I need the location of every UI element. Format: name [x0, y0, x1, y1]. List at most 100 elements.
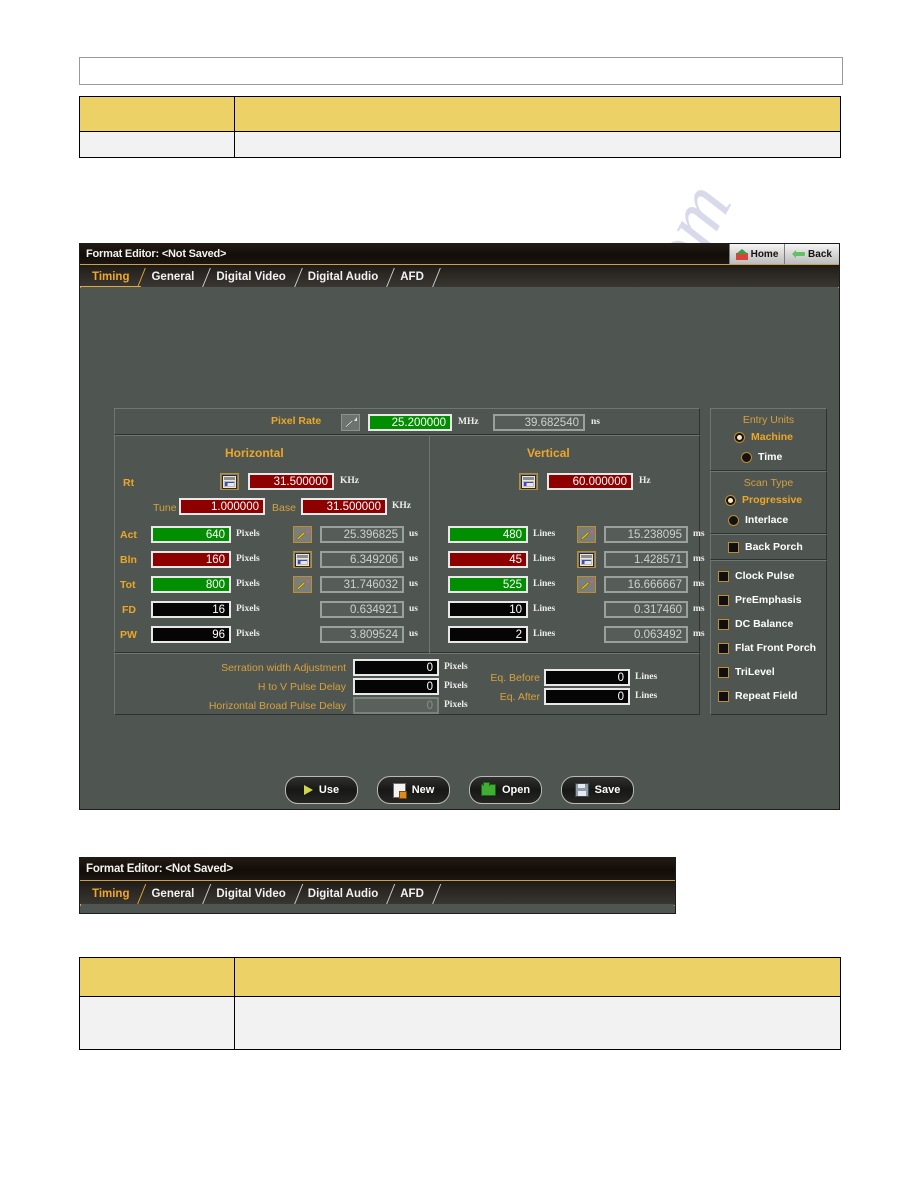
option-label: Progressive: [742, 494, 803, 506]
use-button-label: Use: [318, 784, 340, 796]
back-porch-checkbox-row[interactable]: Back Porch: [728, 541, 803, 553]
home-icon: [735, 248, 748, 260]
lower-tab-timing[interactable]: Timing: [80, 883, 147, 905]
vertical-bln-lines[interactable]: 45: [448, 551, 528, 568]
home-button[interactable]: Home: [729, 244, 784, 264]
tab-timing[interactable]: Timing: [80, 267, 147, 287]
horizontal-pw-time: 3.809524: [320, 626, 404, 643]
calculator-icon: [579, 552, 594, 567]
horizontal-tot-edit-button[interactable]: [293, 576, 312, 593]
new-button[interactable]: New: [377, 776, 450, 804]
tab-digital-video[interactable]: Digital Video: [204, 267, 303, 287]
pixel-rate-value[interactable]: 25.200000: [368, 414, 452, 431]
vertical-act-edit-button[interactable]: [577, 526, 596, 543]
horizontal-fd-unit: Pixels: [236, 604, 260, 614]
scan-type-option-progressive[interactable]: Progressive: [725, 494, 802, 506]
base-value[interactable]: 31.500000: [301, 498, 387, 515]
vertical-rate-value[interactable]: 60.000000: [547, 473, 633, 490]
option-label: Time: [758, 451, 783, 463]
lower-tab-digital-audio[interactable]: Digital Audio: [296, 883, 396, 905]
checkbox-icon: [718, 618, 729, 630]
lower-tab-strip: Timing General Digital Video Digital Aud…: [80, 881, 675, 906]
vertical-bln-calc-button[interactable]: [577, 551, 596, 568]
horizontal-tot-pixels[interactable]: 800: [151, 576, 231, 593]
lower-tab-general[interactable]: General: [139, 883, 212, 905]
pixel-rate-edit-button[interactable]: [341, 414, 360, 431]
pixel-rate-frame: Pixel Rate 25.200000 MHz 39.682540 ns: [114, 408, 700, 435]
flag-repeat-field[interactable]: Repeat Field: [718, 690, 797, 702]
floppy-disk-icon: [574, 783, 589, 797]
flag-flat-front-porch[interactable]: Flat Front Porch: [718, 642, 816, 654]
vertical-pw-lines[interactable]: 2: [448, 626, 528, 643]
eq-after-input[interactable]: 0: [544, 688, 630, 705]
open-button[interactable]: Open: [469, 776, 542, 804]
lower-panel-body: [81, 904, 674, 912]
vertical-fd-lines[interactable]: 10: [448, 601, 528, 618]
horizontal-pw-time-unit: us: [409, 629, 418, 639]
tab-label: AFD: [400, 271, 424, 283]
flag-dc-balance[interactable]: DC Balance: [718, 618, 793, 630]
vertical-tot-lines[interactable]: 525: [448, 576, 528, 593]
scan-type-option-interlace[interactable]: Interlace: [728, 514, 788, 526]
save-button[interactable]: Save: [561, 776, 634, 804]
flag-label: PreEmphasis: [735, 594, 802, 606]
calculator-icon: [222, 474, 237, 489]
h-to-v-pulse-delay-input[interactable]: 0: [353, 678, 439, 695]
doc-table-top: [78, 96, 841, 158]
entry-units-option-machine[interactable]: Machine: [734, 431, 793, 443]
horizontal-act-pixels[interactable]: 640: [151, 526, 231, 543]
eq-after-label: Eq. After: [499, 691, 540, 703]
back-porch-label: Back Porch: [745, 541, 803, 553]
tab-afd[interactable]: AFD: [388, 267, 441, 287]
doc-empty-box-top: [79, 57, 843, 85]
horizontal-bln-calc-button[interactable]: [293, 551, 312, 568]
tab-label: Digital Audio: [307, 271, 379, 283]
new-button-label: New: [411, 784, 435, 796]
horizontal-broad-pulse-delay-input: 0: [353, 697, 439, 714]
horizontal-fd-time: 0.634921: [320, 601, 404, 618]
tab-digital-audio[interactable]: Digital Audio: [296, 267, 396, 287]
vertical-act-unit: Lines: [533, 529, 556, 539]
vertical-rate-calc-button[interactable]: [519, 473, 538, 490]
horizontal-bln-time-unit: us: [409, 554, 418, 564]
flag-label: Clock Pulse: [735, 570, 795, 582]
lower-tab-digital-video[interactable]: Digital Video: [204, 883, 304, 905]
vertical-act-lines[interactable]: 480: [448, 526, 528, 543]
vertical-act-time: 15.238095: [604, 526, 688, 543]
horizontal-tot-unit: Pixels: [236, 579, 260, 589]
tune-label: Tune: [153, 502, 177, 514]
entry-units-option-time[interactable]: Time: [741, 451, 782, 463]
eq-before-input[interactable]: 0: [544, 669, 630, 686]
flag-clock-pulse[interactable]: Clock Pulse: [718, 570, 795, 582]
row-tag-rt: Rt: [123, 477, 135, 489]
horizontal-rate-calc-button[interactable]: [220, 473, 239, 490]
row-tag-tot: Tot: [120, 579, 136, 591]
entry-units-group: Entry Units Machine Time: [710, 408, 827, 471]
back-button[interactable]: Back: [784, 244, 839, 264]
horizontal-fd-pixels[interactable]: 16: [151, 601, 231, 618]
use-button[interactable]: Use: [285, 776, 358, 804]
horizontal-pw-unit: Pixels: [236, 629, 260, 639]
row-tag-fd: FD: [122, 604, 136, 616]
save-button-label: Save: [594, 784, 621, 796]
horizontal-act-edit-button[interactable]: [293, 526, 312, 543]
tune-value[interactable]: 1.000000: [179, 498, 265, 515]
horizontal-bln-pixels[interactable]: 160: [151, 551, 231, 568]
horizontal-bln-time: 6.349206: [320, 551, 404, 568]
flag-preemphasis[interactable]: PreEmphasis: [718, 594, 802, 606]
serration-width-input[interactable]: 0: [353, 659, 439, 676]
vertical-tot-edit-button[interactable]: [577, 576, 596, 593]
tab-label: Digital Audio: [307, 888, 379, 900]
vertical-fd-time-unit: ms: [693, 604, 705, 614]
lower-tab-afd[interactable]: AFD: [388, 883, 442, 905]
tab-general[interactable]: General: [139, 267, 212, 287]
radio-icon: [741, 451, 752, 463]
tab-label: General: [151, 888, 195, 900]
flag-trilevel[interactable]: TriLevel: [718, 666, 775, 678]
horizontal-pw-pixels[interactable]: 96: [151, 626, 231, 643]
horizontal-rate-value[interactable]: 31.500000: [248, 473, 334, 490]
back-arrow-icon: [792, 250, 806, 258]
horizontal-broad-pulse-delay-label: Horizontal Broad Pulse Delay: [208, 700, 346, 712]
base-unit: KHz: [392, 501, 411, 511]
horizontal-tot-time-unit: us: [409, 579, 418, 589]
